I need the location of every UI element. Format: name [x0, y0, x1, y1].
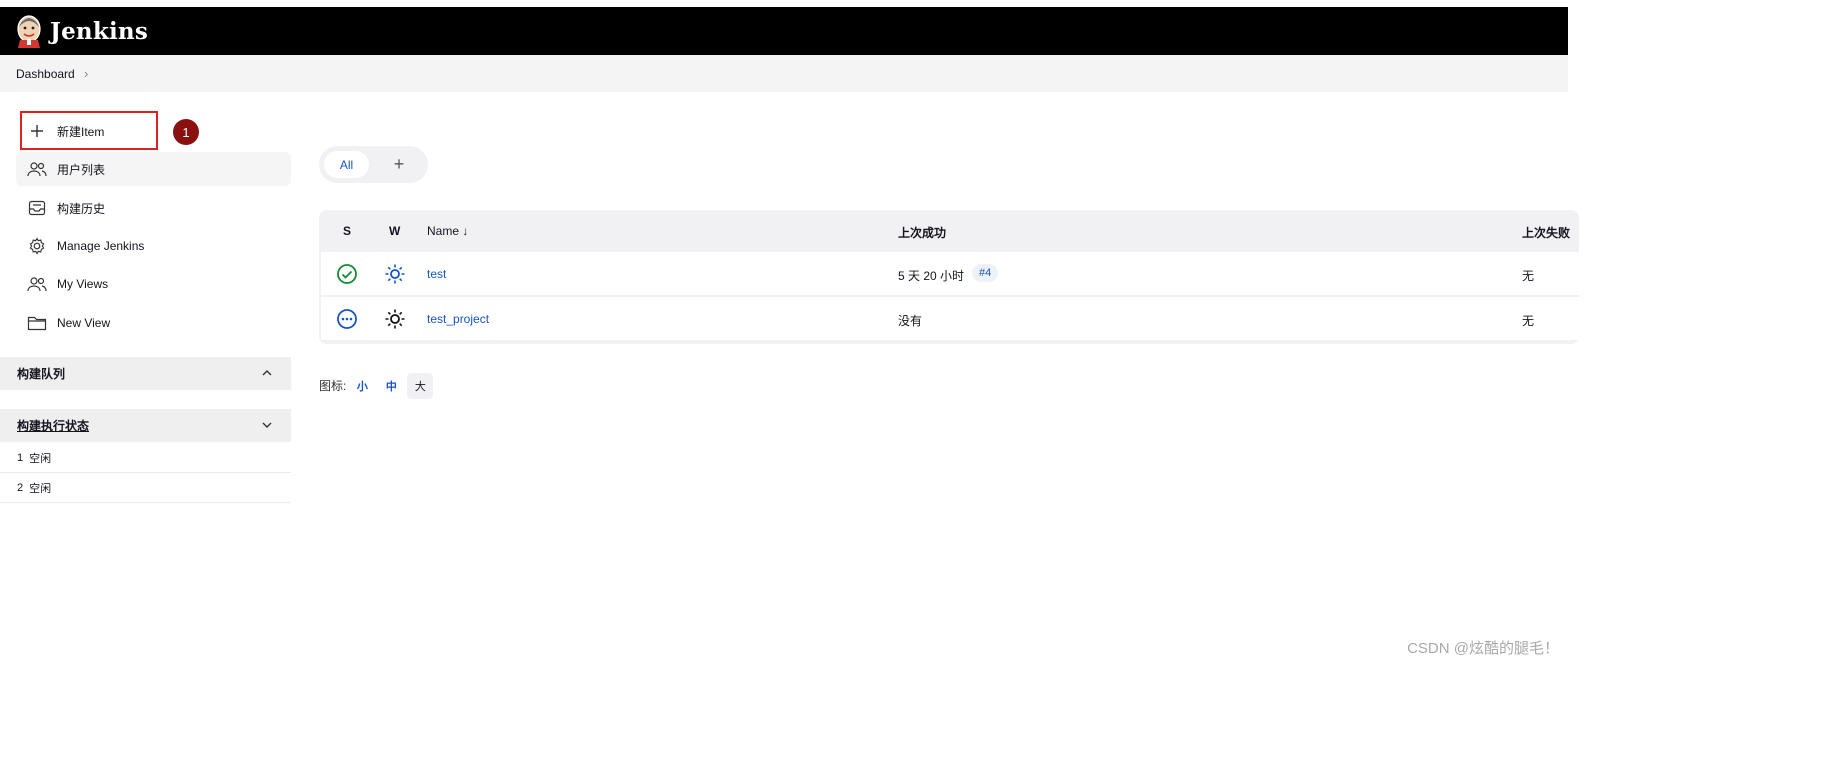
- top-header-bar: Jenkins: [0, 0, 1568, 55]
- table-row: test 5 天 20 小时 #4 无: [321, 252, 1579, 295]
- sidebar-item-new-view[interactable]: New View: [16, 306, 291, 340]
- executor-status-header[interactable]: 构建执行状态: [0, 409, 291, 442]
- icon-size-medium[interactable]: 中: [378, 373, 404, 399]
- icon-size-label: 图标:: [319, 379, 347, 393]
- sidebar-item-user-list[interactable]: 用户列表: [16, 152, 291, 186]
- icon-size-selector: 图标: 小 中 大: [319, 372, 434, 399]
- sidebar-item-label: Manage Jenkins: [57, 239, 145, 253]
- sidebar-item-my-views[interactable]: My Views: [16, 267, 291, 301]
- sidebar-item-label: My Views: [57, 277, 109, 291]
- chevron-down-icon[interactable]: [261, 419, 273, 434]
- executor-number: 2: [17, 481, 24, 494]
- users-icon: [26, 158, 48, 180]
- executor-row: 2 空闲: [0, 473, 291, 503]
- build-queue-title: 构建队列: [17, 367, 66, 381]
- add-view-tab[interactable]: +: [389, 152, 409, 176]
- column-last-success[interactable]: 上次成功: [898, 224, 946, 241]
- not-built-icon: [336, 308, 358, 333]
- last-failure-value: 无: [1522, 269, 1535, 283]
- last-success-time: 没有: [898, 314, 923, 328]
- table-header: S W Name ↓ 上次成功 上次失败: [319, 210, 1579, 252]
- icon-size-small[interactable]: 小: [349, 373, 375, 399]
- last-failure-value: 无: [1522, 314, 1535, 328]
- folder-icon: [26, 312, 48, 334]
- table-row: test_project 没有 无: [321, 297, 1579, 340]
- job-name-link[interactable]: test_project: [427, 312, 489, 326]
- history-inbox-icon: [26, 197, 48, 219]
- sidebar-item-manage-jenkins[interactable]: Manage Jenkins: [16, 229, 291, 263]
- jenkins-home-link[interactable]: Jenkins: [14, 13, 148, 49]
- view-tabs: All +: [319, 146, 428, 183]
- breadcrumb-bar: Dashboard ›: [0, 55, 1568, 92]
- brand-title: Jenkins: [50, 17, 148, 45]
- people-icon: [26, 273, 48, 295]
- icon-size-large[interactable]: 大: [407, 372, 434, 399]
- executor-status: 空闲: [29, 452, 52, 465]
- column-status[interactable]: S: [343, 224, 351, 238]
- column-name[interactable]: Name ↓: [427, 224, 468, 238]
- column-last-failure[interactable]: 上次失败: [1522, 224, 1570, 241]
- watermark: CSDN @炫酷的腿毛！: [1407, 640, 1559, 657]
- highlight-box: [20, 111, 158, 150]
- executor-row: 1 空闲: [0, 443, 291, 473]
- breadcrumb-chevron-icon[interactable]: ›: [84, 66, 88, 81]
- sunny-icon: [384, 308, 406, 333]
- breadcrumb-dashboard[interactable]: Dashboard: [16, 67, 75, 81]
- executor-status: 空闲: [29, 482, 52, 495]
- gear-icon: [26, 235, 48, 257]
- job-name-link[interactable]: test: [427, 267, 446, 281]
- build-number-link[interactable]: #4: [972, 264, 999, 282]
- last-success-time: 5 天 20 小时: [898, 269, 965, 283]
- executor-status-title[interactable]: 构建执行状态: [17, 417, 89, 434]
- sunny-icon: [384, 263, 406, 288]
- executor-number: 1: [17, 451, 24, 464]
- sidebar-item-label: 构建历史: [57, 201, 106, 216]
- chevron-up-icon[interactable]: [261, 367, 273, 382]
- jenkins-logo-icon: [14, 13, 44, 49]
- step-badge: 1: [173, 119, 199, 145]
- build-queue-header[interactable]: 构建队列: [0, 357, 291, 390]
- jobs-table: S W Name ↓ 上次成功 上次失败 test 5 天 20 小时 #4 无…: [319, 210, 1579, 344]
- success-check-icon: [336, 263, 358, 288]
- sidebar-item-build-history[interactable]: 构建历史: [16, 191, 291, 225]
- tab-all[interactable]: All: [324, 151, 369, 178]
- column-weather[interactable]: W: [389, 224, 400, 238]
- sidebar-item-label: New View: [57, 316, 111, 330]
- sidebar-item-label: 用户列表: [57, 162, 106, 177]
